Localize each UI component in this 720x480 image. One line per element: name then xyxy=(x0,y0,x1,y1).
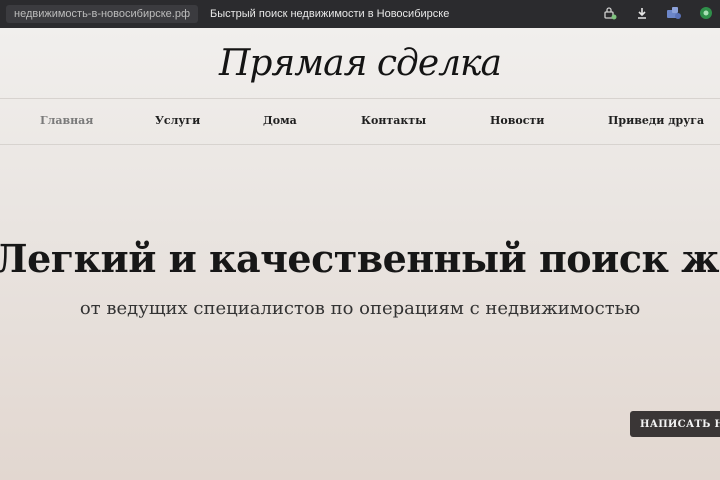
site-header: Прямая сделка xyxy=(0,28,720,96)
address-bar-url: недвижимость-в-новосибирске.рф xyxy=(14,8,190,20)
extension-icon[interactable] xyxy=(666,5,682,21)
write-us-button[interactable]: НАПИСАТЬ НАМ xyxy=(630,411,720,437)
nav-item-home[interactable]: Главная xyxy=(40,114,93,127)
page-tab-title: Быстрый поиск недвижимости в Новосибирск… xyxy=(210,8,450,20)
hero-subtitle: от ведущих специалистов по операциям с н… xyxy=(79,298,641,319)
browser-toolbar-icons xyxy=(602,5,714,21)
site-logo[interactable]: Прямая сделка xyxy=(219,43,502,84)
nav-item-services[interactable]: Услуги xyxy=(155,114,200,127)
header-divider xyxy=(0,98,720,99)
download-icon[interactable] xyxy=(634,5,650,21)
main-navigation: Главная Услуги Дома Контакты Новости При… xyxy=(0,108,720,136)
nav-item-houses[interactable]: Дома xyxy=(263,114,297,127)
nav-divider xyxy=(0,144,720,145)
tracking-shield-icon[interactable] xyxy=(602,5,618,21)
hero-title: Легкий и качественный поиск жилья xyxy=(0,236,720,281)
browser-toolbar: недвижимость-в-новосибирске.рф Быстрый п… xyxy=(0,0,720,28)
nav-item-news[interactable]: Новости xyxy=(490,114,544,127)
address-bar[interactable]: недвижимость-в-новосибирске.рф xyxy=(6,5,198,23)
nav-item-contacts[interactable]: Контакты xyxy=(361,114,426,127)
vpn-icon[interactable] xyxy=(698,5,714,21)
page-content: Прямая сделка Главная Услуги Дома Контак… xyxy=(0,28,720,480)
nav-item-refer-friend[interactable]: Приведи друга xyxy=(608,114,704,127)
